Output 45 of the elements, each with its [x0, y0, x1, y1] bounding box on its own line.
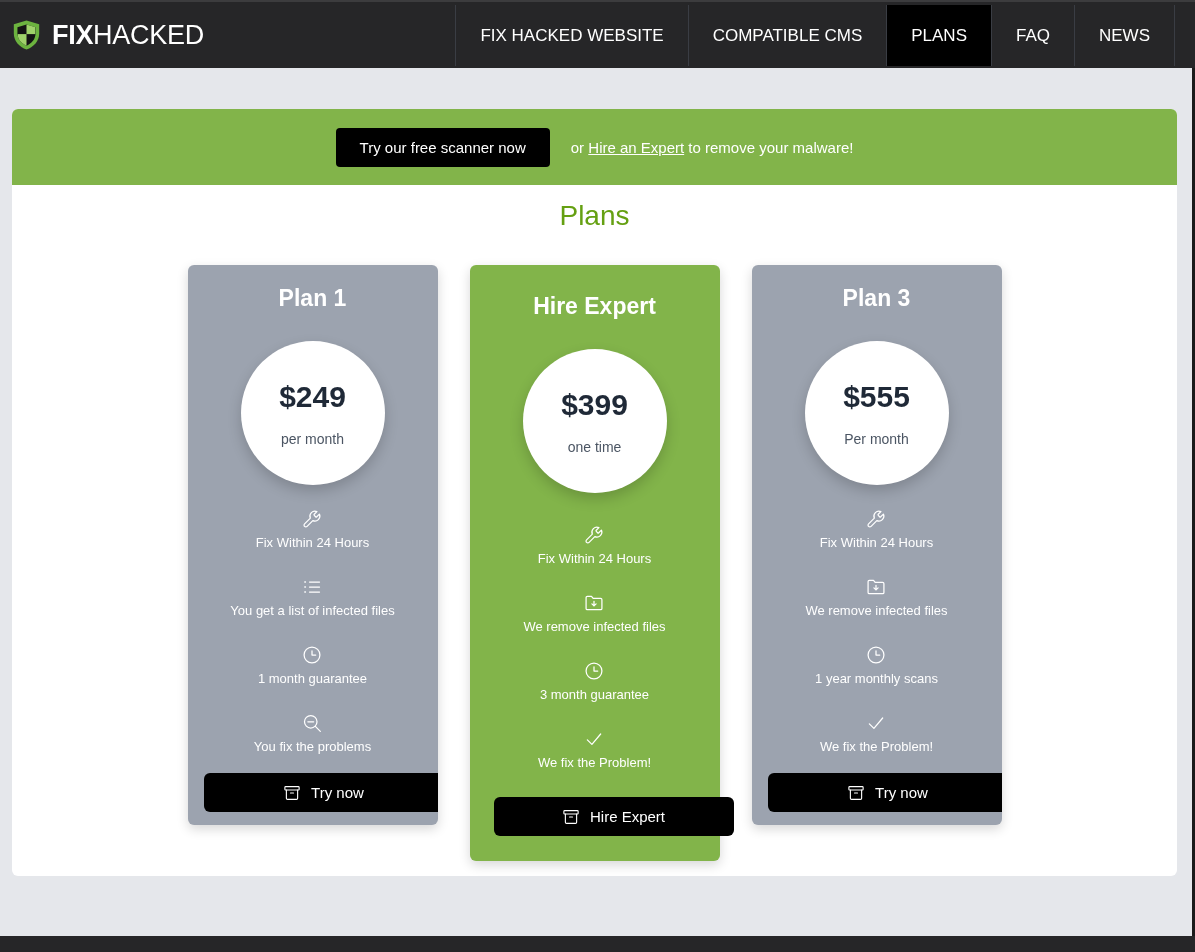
plan-button[interactable]: Try now [767, 773, 1002, 812]
feature-text: You get a list of infected files [230, 602, 395, 620]
plan-button[interactable]: Try now [203, 773, 438, 812]
feature-text: We fix the Problem! [819, 738, 934, 756]
clock-icon [584, 661, 605, 681]
billing-period: per month [280, 429, 344, 448]
feature-text: You fix the problems [253, 738, 372, 756]
billing-period: Per month [844, 429, 909, 448]
nav-link[interactable]: PLANS [886, 5, 991, 66]
wrench-icon [302, 509, 323, 529]
price-text: $555 [843, 378, 910, 415]
shield-icon [12, 19, 41, 51]
feature-text: 3 month guarantee [539, 686, 650, 704]
archive-box-icon [283, 783, 302, 802]
plan-button[interactable]: Hire Expert [493, 797, 734, 836]
folder-download-icon [584, 593, 605, 613]
archive-box-icon [847, 783, 866, 802]
folder-download-icon [866, 577, 887, 597]
section-heading: Plans [558, 199, 631, 233]
billing-period: one time [567, 437, 622, 456]
plan-title: Hire Expert [533, 292, 656, 321]
wrench-icon [866, 509, 887, 529]
archive-box-icon [562, 807, 580, 826]
banner-message: or Hire an Expert to remove your malware! [570, 138, 854, 156]
nav-link[interactable]: FAQ [991, 5, 1074, 66]
zoom-out-icon [302, 713, 323, 733]
scanner-button[interactable]: Try our free scanner now [335, 127, 550, 167]
price-text: $249 [279, 378, 346, 415]
feature-text: We fix the Problem! [537, 754, 652, 772]
feature-text: We remove infected files [805, 602, 948, 620]
feature-text: 1 year monthly scans [815, 670, 938, 688]
clock-icon [302, 645, 323, 665]
feature-text: Fix Within 24 Hours [255, 534, 370, 552]
nav-link[interactable]: NEWS [1074, 5, 1175, 66]
wrench-icon [584, 525, 605, 545]
price-text: $399 [561, 386, 628, 423]
feature-text: Fix Within 24 Hours [537, 550, 652, 568]
clock-icon [866, 645, 887, 665]
feature-text: 1 month guarantee [257, 670, 368, 688]
feature-text: We remove infected files [523, 618, 666, 636]
plan-title: Plan 1 [278, 284, 347, 313]
nav-link[interactable]: FIX HACKED WEBSITE [455, 5, 688, 66]
feature-text: Fix Within 24 Hours [819, 534, 934, 552]
logo-text: FIXHACKED [52, 20, 204, 50]
plan-title: Plan 3 [842, 284, 911, 313]
